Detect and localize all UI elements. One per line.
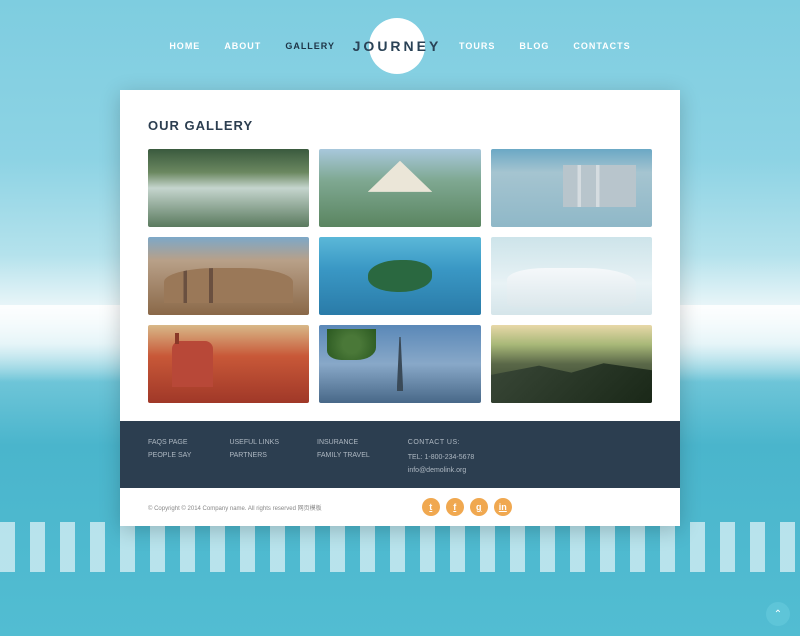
gallery-item[interactable]	[491, 149, 652, 227]
gallery-item[interactable]	[491, 325, 652, 403]
footer: FAQS PAGE PEOPLE SAY USEFUL LINKS PARTNE…	[120, 421, 680, 488]
linkedin-icon[interactable]: in	[494, 498, 512, 516]
footer-link[interactable]: FAQS PAGE	[148, 439, 191, 446]
footer-link[interactable]: USEFUL LINKS	[229, 439, 279, 446]
gallery-item[interactable]	[319, 325, 480, 403]
footer-link[interactable]: PARTNERS	[229, 452, 279, 459]
page-title: OUR GALLERY	[148, 118, 652, 133]
main-nav: HOME ABOUT GALLERY JOURNEY TOURS BLOG CO…	[0, 0, 800, 82]
google-plus-icon[interactable]: g	[470, 498, 488, 516]
gallery-section: OUR GALLERY	[120, 90, 680, 421]
nav-home[interactable]: HOME	[169, 41, 200, 51]
gallery-item[interactable]	[319, 149, 480, 227]
contact-title: CONTACT US:	[408, 439, 475, 446]
gallery-item[interactable]	[148, 325, 309, 403]
gallery-item[interactable]	[148, 237, 309, 315]
facebook-icon[interactable]: f	[446, 498, 464, 516]
nav-tours[interactable]: TOURS	[459, 41, 495, 51]
footer-col-1: FAQS PAGE PEOPLE SAY	[148, 439, 191, 474]
logo[interactable]: JOURNEY	[369, 18, 425, 74]
footer-contact: CONTACT US: TEL: 1-800-234-5678 info@dem…	[408, 439, 475, 474]
social-links: t f g in	[422, 498, 512, 516]
footer-link[interactable]: FAMILY TRAVEL	[317, 452, 370, 459]
gallery-item[interactable]	[148, 149, 309, 227]
footer-link[interactable]: PEOPLE SAY	[148, 452, 191, 459]
footer-col-3: INSURANCE FAMILY TRAVEL	[317, 439, 370, 474]
nav-gallery[interactable]: GALLERY	[285, 41, 335, 51]
copyright: © Copyright © 2014 Company name. All rig…	[148, 503, 322, 512]
nav-about[interactable]: ABOUT	[224, 41, 261, 51]
footer-col-2: USEFUL LINKS PARTNERS	[229, 439, 279, 474]
sub-footer: © Copyright © 2014 Company name. All rig…	[120, 488, 680, 526]
footer-link[interactable]: INSURANCE	[317, 439, 370, 446]
contact-tel: TEL: 1-800-234-5678	[408, 454, 475, 461]
nav-blog[interactable]: BLOG	[519, 41, 549, 51]
gallery-item[interactable]	[319, 237, 480, 315]
contact-email[interactable]: info@demolink.org	[408, 467, 475, 474]
main-panel: OUR GALLERY FAQS PAGE PEOPLE SAY USEFUL …	[120, 90, 680, 526]
gallery-item[interactable]	[491, 237, 652, 315]
gallery-grid	[148, 149, 652, 403]
twitter-icon[interactable]: t	[422, 498, 440, 516]
scroll-to-top-button[interactable]: ⌃	[766, 602, 790, 626]
chevron-up-icon: ⌃	[774, 609, 782, 620]
nav-contacts[interactable]: CONTACTS	[573, 41, 630, 51]
